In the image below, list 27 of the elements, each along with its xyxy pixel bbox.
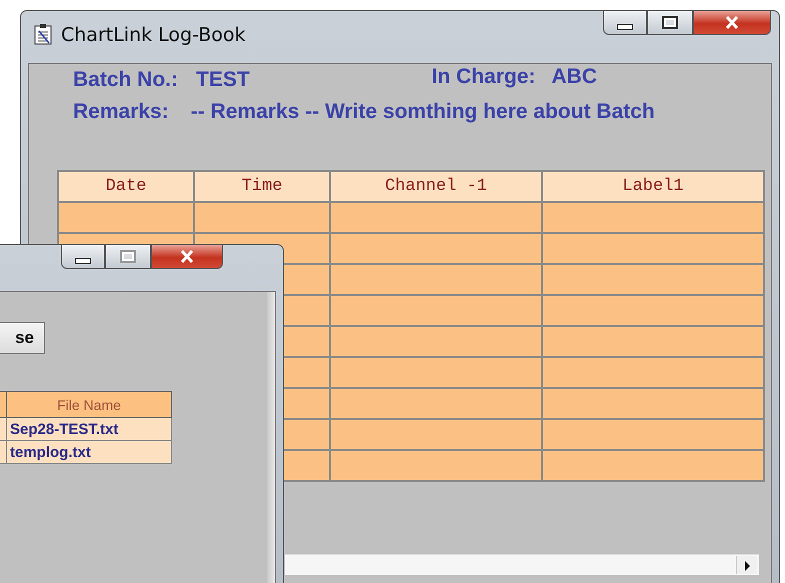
column-header: Label1 [542,171,764,202]
file-name-cell[interactable]: Sep28-TEST.txt [6,418,172,440]
scroll-right-icon[interactable] [736,556,757,574]
batch-value: TEST [196,68,250,92]
remarks-value: -- Remarks -- Write somthing here about Batch [190,100,655,123]
in-charge-label: In Charge: [432,65,536,89]
minimize-button[interactable] [61,245,105,269]
close-button[interactable] [151,245,223,269]
batch-label: Batch No.: [73,68,178,92]
clipboard-icon [33,23,53,45]
vertical-scrollbar[interactable] [267,292,275,583]
maximize-button[interactable] [105,245,151,269]
window-title: ChartLink Log-Book [61,24,246,46]
close-icon [725,16,739,29]
minimize-button[interactable] [603,11,647,35]
maximize-button[interactable] [647,11,693,35]
close-icon [180,250,194,263]
action-button[interactable]: se [0,322,45,354]
column-header: File Name [6,392,172,418]
in-charge-value: ABC [552,65,598,89]
close-button[interactable] [693,11,771,35]
file-name-cell[interactable]: templog.txt [6,440,172,464]
remarks-label: Remarks: [73,100,169,123]
column-header: Date [58,171,194,202]
column-header: Time [194,171,330,202]
column-header: Channel -1 [330,171,542,202]
horizontal-scrollbar[interactable] [285,554,759,575]
